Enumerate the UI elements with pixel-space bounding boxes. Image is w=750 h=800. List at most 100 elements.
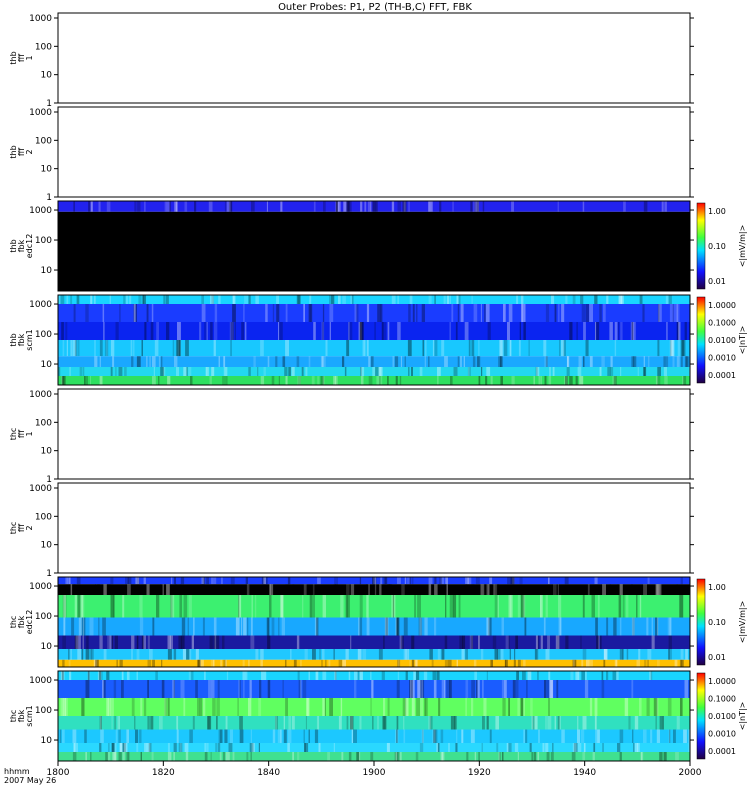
spectral-streak (666, 322, 668, 340)
spectral-streak (131, 698, 135, 716)
spectral-streak (455, 322, 458, 340)
spectral-streak (255, 649, 259, 660)
spectral-streak (494, 649, 498, 660)
spectral-streak (167, 649, 172, 660)
spectral-streak (156, 595, 160, 618)
spectral-streak (647, 577, 650, 585)
spectral-streak (591, 595, 595, 618)
spectral-streak (391, 201, 395, 212)
spectral-streak (485, 304, 490, 322)
spectral-streak (257, 367, 259, 376)
y-tick-label: 1000 (29, 390, 52, 400)
spectral-streak (576, 322, 578, 340)
spectral-streak (70, 340, 73, 357)
spectral-streak (500, 649, 504, 660)
spectral-streak (474, 671, 477, 680)
spectral-streak (260, 340, 264, 357)
panel-ylabel-line: scm1 (25, 705, 34, 726)
spectral-streak (465, 649, 468, 660)
spectral-streak (589, 698, 593, 716)
spectral-streak (424, 356, 427, 367)
spectral-streak (453, 367, 458, 376)
spectral-streak (206, 743, 209, 752)
spectral-streak (267, 617, 270, 636)
spectral-streak (263, 577, 266, 585)
spectral-streak (675, 752, 679, 761)
spectral-streak (606, 295, 609, 304)
colorbar-tick-label: 0.0001 (708, 371, 736, 380)
spectral-streak (528, 340, 530, 357)
spectral-streak (534, 716, 538, 730)
spectrogram-figure: Outer Probes: P1, P2 (TH-B,C) FFT, FBK 1… (4, 2, 747, 785)
spectral-streak (250, 729, 252, 743)
spectral-streak (508, 340, 511, 357)
spectral-streak (103, 322, 105, 340)
spectral-streak (300, 659, 302, 667)
spectral-streak (243, 304, 245, 322)
spectral-streak (112, 743, 114, 752)
y-tick-label: 10 (41, 541, 53, 551)
spectral-streak (657, 659, 660, 667)
spectral-streak (82, 635, 84, 649)
spectral-streak (113, 680, 117, 698)
spectral-streak (487, 322, 491, 340)
colorbar-tick-label: 1.0000 (708, 677, 736, 686)
spectral-streak (419, 743, 424, 752)
spectral-streak (76, 577, 81, 585)
spectral-streak (577, 743, 582, 752)
spectral-streak (359, 577, 362, 585)
spectral-streak (516, 295, 519, 304)
spectral-streak (411, 367, 413, 376)
spectral-streak (412, 304, 415, 322)
spectral-streak (478, 752, 480, 761)
spectral-streak (346, 201, 349, 212)
spectral-streak (589, 356, 593, 367)
spectral-streak (106, 201, 111, 212)
panel-ylabel-line: scm1 (25, 329, 34, 350)
spectral-streak (437, 367, 441, 376)
spectral-streak (212, 577, 217, 585)
spectral-streak (73, 584, 76, 595)
spectral-streak (355, 304, 359, 322)
spectral-streak (456, 659, 458, 667)
spectral-streak (470, 729, 475, 743)
y-tick-label: 1000 (29, 582, 52, 592)
spectral-streak (449, 322, 451, 340)
spectral-streak (366, 617, 370, 636)
spectral-streak (66, 340, 68, 357)
spectral-streak (642, 304, 645, 322)
spectral-streak (250, 752, 252, 761)
spectral-streak (62, 659, 65, 667)
spectral-streak (600, 635, 602, 649)
spectral-streak (230, 322, 234, 340)
spectral-streak (542, 743, 545, 752)
spectral-streak (495, 584, 500, 595)
spectral-streak (255, 295, 259, 304)
spectral-streak (416, 304, 418, 322)
spectral-band (58, 595, 690, 618)
spectral-streak (77, 340, 80, 357)
panel-thb-fbk-scm1: 10 100 1000 thb fbk scm1 1.0000 0.1000 0.0100 0.0… (9, 294, 747, 386)
spectral-streak (99, 340, 103, 357)
spectral-streak (559, 716, 561, 730)
spectral-streak (354, 680, 357, 698)
spectral-streak (185, 340, 189, 357)
spectral-streak (174, 356, 178, 367)
spectral-streak (674, 304, 676, 322)
spectral-streak (560, 617, 562, 636)
spectral-streak (147, 716, 150, 730)
spectral-streak (452, 201, 454, 212)
spectral-streak (146, 304, 149, 322)
spectral-streak (497, 595, 499, 618)
spectral-streak (173, 743, 177, 752)
spectral-streak (218, 729, 221, 743)
spectral-streak (578, 356, 582, 367)
spectral-streak (558, 304, 560, 322)
spectral-streak (128, 752, 130, 761)
spectral-streak (433, 680, 437, 698)
spectral-streak (409, 659, 411, 667)
spectral-streak (345, 649, 349, 660)
spectral-streak (554, 304, 557, 322)
spectral-streak (85, 649, 90, 660)
spectral-streak (249, 680, 252, 698)
